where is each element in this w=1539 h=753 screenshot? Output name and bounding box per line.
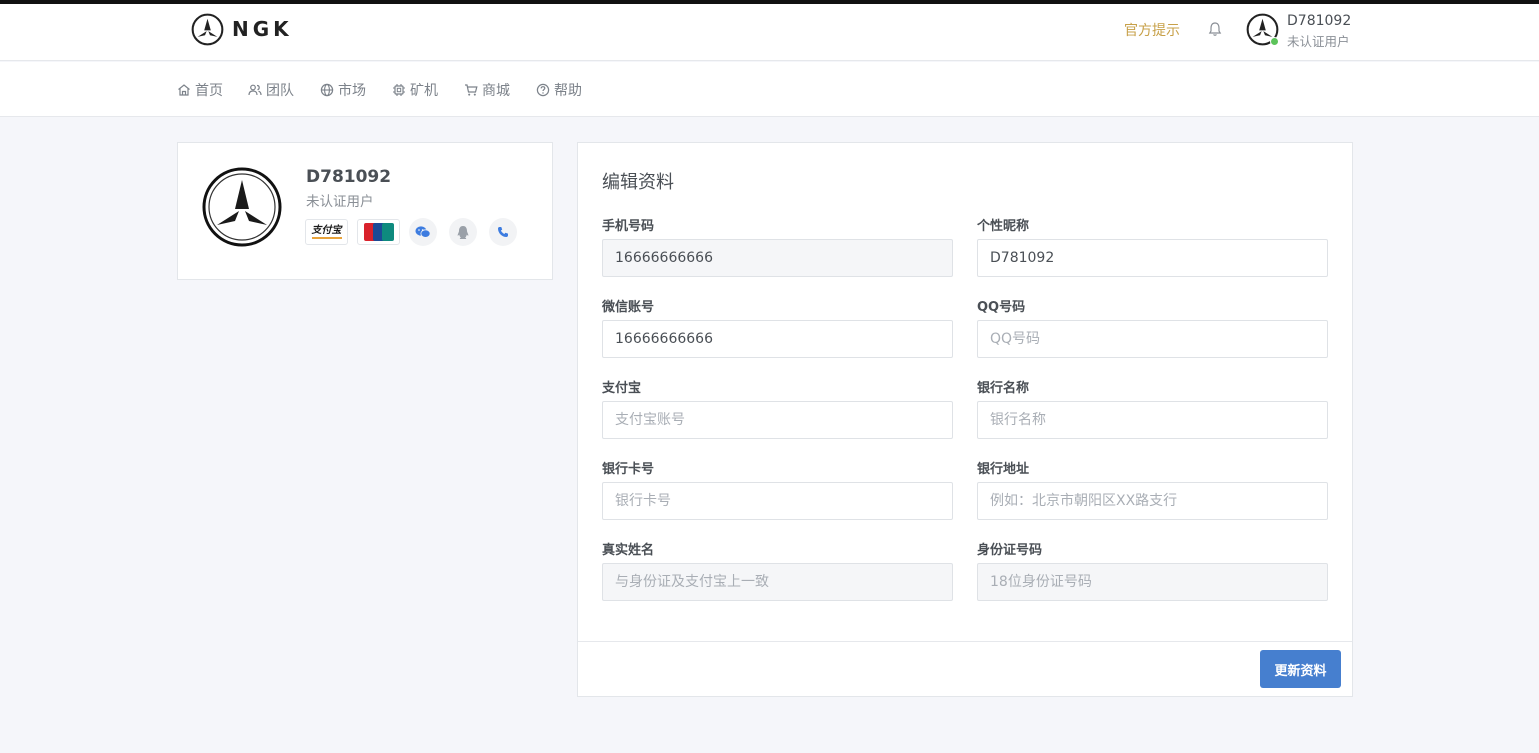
brand-name: NGK [232, 17, 293, 41]
profile-status: 未认证用户 [306, 194, 374, 210]
real-name-field[interactable] [602, 563, 953, 601]
qq-icon [457, 225, 469, 239]
phone-label: 手机号码 [602, 219, 655, 234]
phone-badge[interactable] [489, 218, 517, 246]
bank-name-label: 银行名称 [977, 381, 1030, 396]
home-icon [178, 84, 190, 96]
nav-item-home[interactable]: 首页 [177, 80, 223, 100]
wechat-icon [415, 226, 431, 238]
bank-card-field[interactable] [602, 482, 953, 520]
nav-item-team[interactable]: 团队 [248, 80, 294, 100]
qq-field[interactable] [977, 320, 1328, 358]
form-footer-divider [578, 641, 1352, 642]
wechat-label: 微信账号 [602, 300, 655, 315]
official-notice-link[interactable]: 官方提示 [1124, 20, 1180, 40]
real-name-label: 真实姓名 [602, 543, 655, 558]
unionpay-icon [363, 223, 394, 241]
nav-label-team: 团队 [266, 83, 294, 99]
help-icon [536, 83, 550, 97]
cart-icon [465, 84, 478, 96]
header: NGK 官方提示 D781092 未认证用户 [0, 4, 1539, 61]
unionpay-badge[interactable] [357, 219, 400, 245]
alipay-label: 支付宝 [602, 381, 642, 396]
nav-item-help[interactable]: 帮助 [536, 80, 582, 100]
qq-label: QQ号码 [977, 300, 1026, 315]
profile-name: D781092 [306, 167, 392, 187]
bell-icon[interactable] [1207, 21, 1223, 37]
profile-avatar [202, 167, 282, 247]
alipay-badge[interactable]: 支付宝 [305, 219, 348, 245]
cpu-icon [393, 84, 405, 96]
nav-item-miner[interactable]: 矿机 [392, 80, 438, 100]
bank-card-label: 银行卡号 [602, 462, 655, 477]
binding-icons: 支付宝 [305, 218, 529, 246]
logo[interactable]: NGK [191, 12, 293, 46]
phone-icon [498, 227, 508, 237]
alipay-badge-label: 支付宝 [311, 225, 342, 239]
online-status-dot [1270, 37, 1279, 46]
nav-label-shop: 商城 [482, 83, 510, 99]
nav-label-home: 首页 [195, 83, 223, 99]
nav-label-miner: 矿机 [410, 83, 438, 99]
edit-profile-card: 编辑资料 手机号码 个性昵称 微信账号 QQ号码 支付宝 银行名称 银行卡号 银… [577, 142, 1353, 697]
nav-item-shop[interactable]: 商城 [464, 80, 510, 100]
globe-icon [320, 83, 334, 97]
bank-address-label: 银行地址 [977, 462, 1030, 477]
qq-badge[interactable] [449, 218, 477, 246]
main-nav: 首页 团队 市场 矿机 商城 帮助 [0, 62, 1539, 117]
nav-label-market: 市场 [338, 83, 366, 99]
wechat-field[interactable] [602, 320, 953, 358]
id-number-label: 身份证号码 [977, 543, 1043, 558]
update-profile-button[interactable]: 更新资料 [1260, 650, 1341, 688]
logo-mark-icon [191, 13, 224, 45]
bank-address-field[interactable] [977, 482, 1328, 520]
alipay-field[interactable] [602, 401, 953, 439]
nav-label-help: 帮助 [554, 83, 582, 99]
nickname-label: 个性昵称 [977, 219, 1030, 234]
id-number-field[interactable] [977, 563, 1328, 601]
phone-field[interactable] [602, 239, 953, 277]
wechat-badge[interactable] [409, 218, 437, 246]
header-user-status: 未认证用户 [1287, 34, 1350, 49]
form-title: 编辑资料 [602, 172, 674, 193]
header-user-name[interactable]: D781092 [1287, 13, 1351, 29]
users-icon [248, 84, 262, 96]
bank-name-field[interactable] [977, 401, 1328, 439]
profile-card: D781092 未认证用户 支付宝 [177, 142, 553, 280]
nickname-field[interactable] [977, 239, 1328, 277]
nav-item-market[interactable]: 市场 [320, 80, 366, 100]
